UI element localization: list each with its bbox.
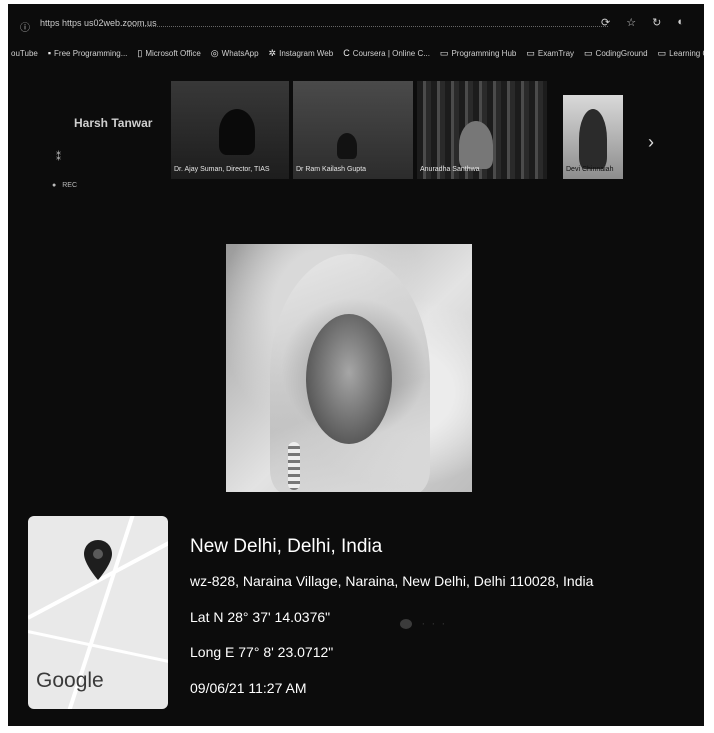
coursera-icon: C <box>343 48 350 58</box>
location-map-thumbnail: Google <box>28 516 168 709</box>
location-datetime: 09/06/21 11:27 AM <box>190 680 307 696</box>
page-icon: ▭ <box>657 47 667 58</box>
location-longitude: Long E 77° 8' 23.0712" <box>190 644 334 660</box>
faint-controls: ··· <box>400 616 451 630</box>
bookmark-item[interactable]: ✲ Instagram Web <box>269 48 334 59</box>
record-indicator: ● REC <box>52 182 77 189</box>
host-name: Harsh Tanwar <box>74 116 153 130</box>
page-icon: ▭ <box>584 47 593 58</box>
bookmark-icon: ▪ <box>47 48 52 58</box>
location-latitude: Lat N 28° 37' 14.0376" <box>190 609 331 625</box>
participant-tile[interactable]: Devi Chinnaiah <box>563 95 623 179</box>
bookmark-item[interactable]: ▯ Microsoft Office <box>137 48 200 59</box>
page-icon: ▭ <box>526 47 535 58</box>
more-options-icon[interactable]: ··· <box>421 616 451 630</box>
bookmark-item[interactable]: ▭ ExamTray <box>526 48 574 59</box>
record-icon: ● <box>52 182 57 189</box>
participant-tile[interactable]: Dr Ram Kailash Gupta <box>293 81 413 179</box>
chat-icon[interactable] <box>400 618 412 629</box>
mic-icon[interactable]: ⁑ <box>56 152 61 163</box>
whatsapp-icon: ◎ <box>210 47 219 58</box>
screenshot-frame: ⓘ https https us02web.zoom.us ⟳ ☆ ↻ ◐ ou… <box>8 4 704 726</box>
participant-name: Anuradha Santhwa <box>420 166 480 173</box>
speaker-face <box>306 314 392 444</box>
active-speaker-video <box>226 244 472 492</box>
instagram-icon: ✲ <box>268 47 277 58</box>
browser-address-bar: ⓘ https https us02web.zoom.us ⟳ ☆ ↻ ◐ <box>8 4 704 38</box>
bookmark-item[interactable]: ▭ CodingGround <box>584 48 648 59</box>
location-city: New Delhi, Delhi, India <box>190 536 383 557</box>
rec-label: REC <box>62 182 78 189</box>
refresh-icon[interactable]: ↻ <box>652 16 661 29</box>
profile-icon[interactable]: ◐ <box>677 16 684 29</box>
participant-video <box>219 109 255 155</box>
location-address: wz-828, Naraina Village, Naraina, New De… <box>190 573 594 589</box>
site-info-icon[interactable]: ⓘ <box>20 19 30 34</box>
google-logo: Google <box>36 669 104 692</box>
page-icon: ▭ <box>439 47 449 58</box>
bookmark-item[interactable]: ◎ WhatsApp <box>211 48 259 59</box>
participant-name: Dr. Ajay Suman, Director, TIAS <box>174 166 270 173</box>
participant-name: Devi Chinnaiah <box>566 166 614 173</box>
participant-video <box>337 133 357 159</box>
bookmark-item[interactable]: ouTube <box>8 49 38 58</box>
bookmark-item[interactable]: C Coursera | Online C... <box>343 48 430 58</box>
star-icon[interactable]: ☆ <box>626 16 636 29</box>
bookmarks-bar: ouTube ▪ Free Programming... ▯ Microsoft O… <box>8 44 704 62</box>
map-pin-icon <box>84 540 112 580</box>
extension-icon[interactable]: ⟳ <box>601 16 610 29</box>
participant-tile[interactable]: Dr. Ajay Suman, Director, TIAS <box>171 81 289 179</box>
map-road <box>28 628 168 667</box>
office-icon: ▯ <box>137 47 143 58</box>
url-rest <box>128 18 608 27</box>
bookmark-item[interactable]: ▭Learning Online Certi... <box>658 48 704 59</box>
bookmark-item[interactable]: ▭ Programming Hub <box>440 48 516 59</box>
participant-video <box>579 109 607 169</box>
participant-video <box>459 121 493 169</box>
participant-tile[interactable]: Anuradha Santhwa <box>417 81 547 179</box>
participant-name: Dr Ram Kailash Gupta <box>296 166 367 173</box>
browser-toolbar-icons: ⟳ ☆ ↻ ◐ <box>601 16 684 29</box>
bookmark-item[interactable]: ▪ Free Programming... <box>48 48 128 58</box>
chevron-right-icon[interactable]: › <box>648 132 654 153</box>
speaker-earring <box>288 442 300 490</box>
